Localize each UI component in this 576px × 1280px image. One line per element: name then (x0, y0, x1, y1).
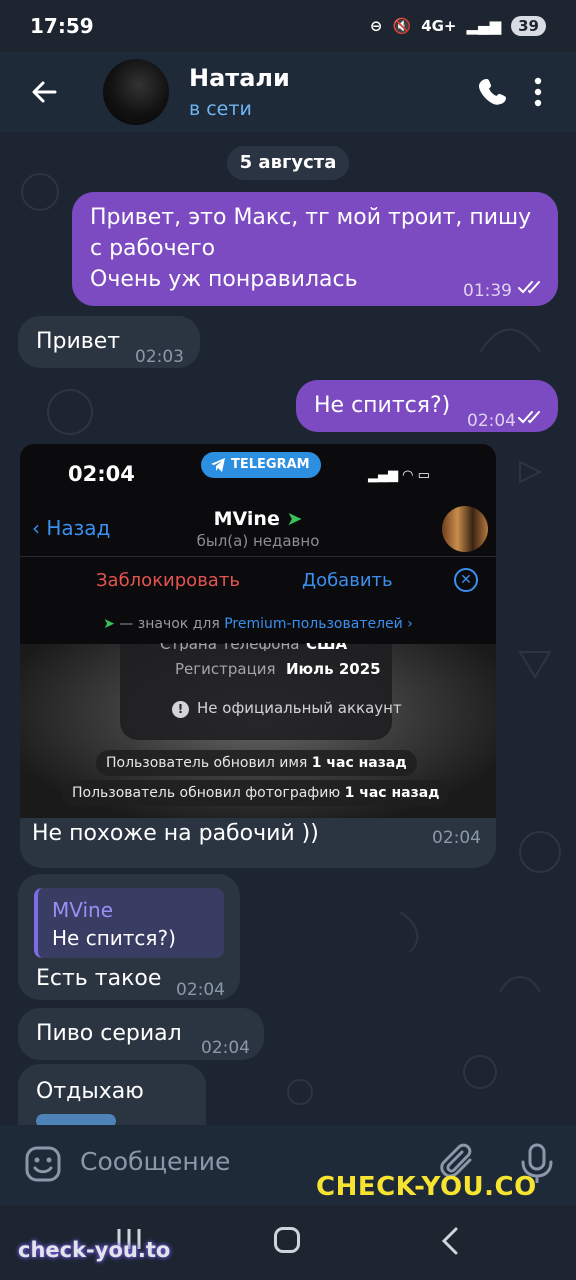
message-time: 02:04 (176, 980, 225, 1000)
message-time: 02:03 (135, 347, 184, 367)
photo-profile-avatar (442, 506, 488, 552)
message-time: 02:04 (201, 1038, 250, 1058)
message-text: Пиво сериал (36, 1021, 182, 1046)
profile-name-text: MVine (213, 508, 280, 530)
dnd-icon: ⊖ (369, 17, 383, 35)
message-input[interactable]: Сообщение (80, 1147, 230, 1176)
premium-text: — значок для (119, 616, 220, 632)
premium-icon: ➤ (103, 616, 115, 632)
notice-when: 1 час назад (344, 785, 440, 801)
emoji-icon[interactable] (24, 1145, 62, 1183)
notice-text: Пользователь обновил имя (106, 755, 308, 771)
network-label: 4G+ (421, 17, 457, 35)
phone-country-label: Страна телефона (160, 643, 299, 651)
read-receipt-icon (518, 281, 540, 294)
photo-info-card (120, 644, 392, 740)
watermark-corner: check-you.to (18, 1238, 171, 1262)
read-receipt-icon (518, 411, 540, 424)
contact-name: Натали (189, 64, 290, 92)
name-update-notice: Пользователь обновил имя 1 час назад (96, 750, 417, 776)
message-time: 02:04 (432, 828, 481, 848)
photo-status-icons: ▂▄▆ ◠ ▭ (368, 468, 430, 483)
photo-caption-bubble[interactable]: Не похоже на рабочий )) 02:04 (20, 818, 496, 868)
incoming-message[interactable]: Пиво сериал 02:04 (18, 1008, 264, 1060)
contact-status: в сети (189, 98, 252, 120)
photo-attachment[interactable]: TELEGRAM 02:04 ▂▄▆ ◠ ▭ ‹ Назад MVine ➤ б… (20, 444, 496, 818)
phone-country-value: США (306, 643, 347, 651)
photo-phone-country-row: Страна телефона США (160, 643, 360, 651)
photo-update-notice: Пользователь обновил фотографию 1 час на… (62, 780, 450, 806)
battery-level: 39 (511, 16, 546, 36)
chat-area[interactable]: 5 августа Привет, это Макс, тг мой троит… (0, 132, 576, 1125)
photo-premium-note: ➤ — значок для Premium-пользователей › (20, 616, 496, 632)
photo-profile-name: MVine ➤ (20, 508, 496, 530)
back-button[interactable] (30, 78, 58, 106)
chevron-right-icon: › (407, 616, 413, 632)
alert-icon: ! (172, 701, 189, 718)
premium-link: Premium-пользователей (224, 616, 403, 632)
registration-label: Регистрация (175, 660, 276, 678)
message-text: Привет (36, 329, 121, 354)
notice-text: Пользователь обновил фотографию (72, 785, 341, 801)
photo-block-label: Заблокировать (96, 570, 240, 591)
date-separator: 5 августа (227, 146, 349, 180)
photo-profile-status: был(а) недавно (196, 532, 320, 550)
unofficial-text: Не официальный аккаунт (197, 699, 402, 717)
telegram-logo-icon (211, 458, 225, 472)
clock: 17:59 (30, 14, 94, 38)
divider (20, 556, 496, 557)
status-bar: 17:59 ⊖ 🔇 4G+ ▂▄▆ 39 (0, 0, 576, 52)
message-text: Не похоже на рабочий )) (32, 821, 319, 846)
message-text: Не спится?) (314, 393, 451, 418)
photo-add-label: Добавить (302, 570, 393, 591)
message-time: 01:39 (463, 281, 512, 301)
outgoing-message[interactable]: Привет, это Макс, тг мой троит, пишу с р… (72, 192, 558, 306)
signal-icon: ▂▄▆ (466, 17, 502, 35)
nav-back-icon[interactable] (440, 1227, 460, 1255)
message-text: Есть такое (36, 966, 162, 991)
photo-clock: 02:04 (68, 462, 135, 486)
premium-icon: ➤ (286, 508, 303, 530)
reply-text: Не спится?) (52, 926, 176, 950)
message-time: 02:04 (467, 411, 516, 431)
message-line: Привет, это Макс, тг мой троит, пишу (90, 205, 532, 230)
message-line: с рабочего (90, 236, 216, 261)
reply-preview[interactable]: MVine Не спится?) (34, 888, 224, 958)
avatar[interactable] (103, 59, 169, 125)
incoming-message[interactable]: Отдыхаю (18, 1064, 206, 1125)
arrow-left-icon (32, 81, 57, 103)
close-icon: ✕ (454, 568, 478, 592)
contact-info[interactable]: Натали в сети (189, 64, 478, 120)
media-preview (36, 1114, 116, 1125)
mute-icon: 🔇 (392, 17, 412, 35)
notice-when: 1 час назад (311, 755, 407, 771)
registration-value: Июль 2025 (286, 660, 381, 678)
reply-author: MVine (52, 898, 114, 922)
home-button[interactable] (274, 1227, 300, 1253)
chat-header: Натали в сети (0, 52, 576, 132)
incoming-message[interactable]: Привет 02:03 (18, 316, 200, 368)
status-icons: ⊖ 🔇 4G+ ▂▄▆ 39 (370, 16, 546, 36)
outgoing-message[interactable]: Не спится?) 02:04 (296, 380, 558, 432)
phone-call-icon[interactable] (478, 75, 512, 109)
watermark: CHECK-YOU.CO (316, 1172, 537, 1202)
unofficial-notice: ! Не официальный аккаунт (172, 699, 402, 718)
message-text: Отдыхаю (36, 1079, 144, 1104)
more-vertical-icon[interactable] (534, 75, 542, 109)
